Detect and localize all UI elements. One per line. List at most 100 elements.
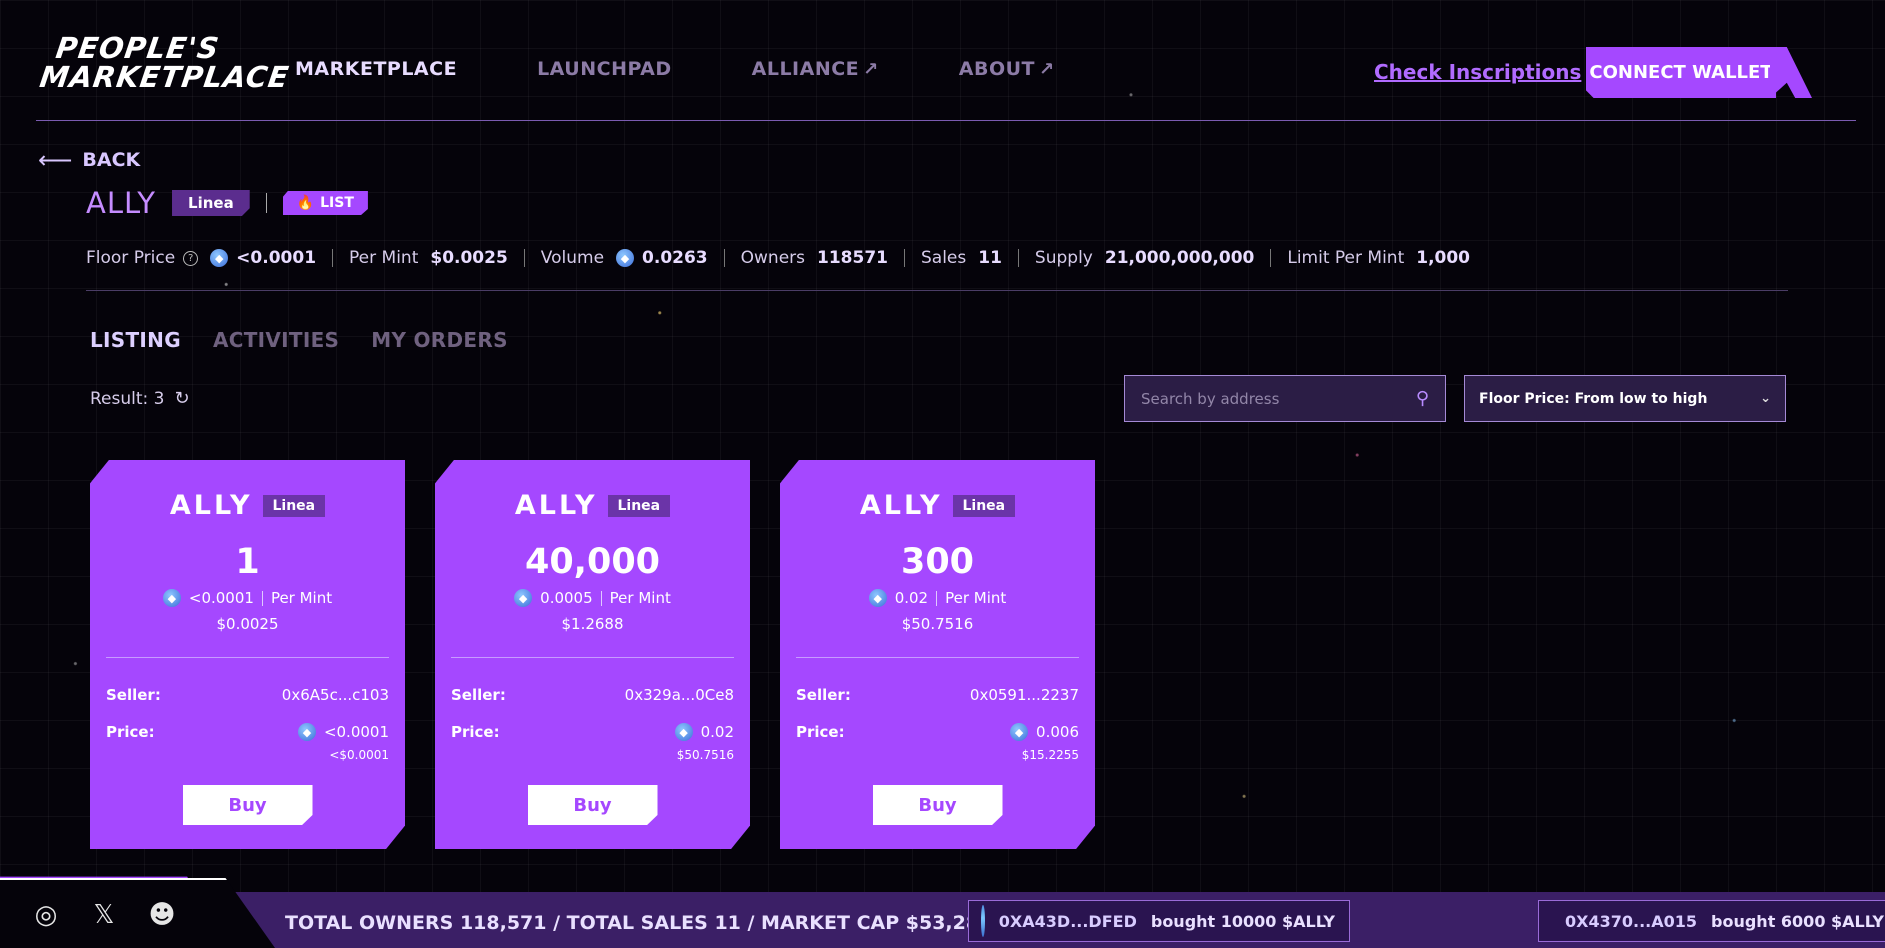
card-per-mint: ◆ 0.0005 Per Mint [435, 589, 750, 607]
seller-label: Seller: [796, 686, 851, 704]
price-value-wrap: ◆ 0.02 [674, 723, 734, 741]
activity-feed-item: 0X4370...A015 bought 6000 $ALLY [1538, 900, 1885, 942]
price-label: Price: [796, 723, 845, 741]
stat-limit-per-mint: Limit Per Mint 1,000 [1287, 248, 1470, 268]
search-icon[interactable]: ⚲ [1416, 388, 1429, 409]
per-label: Per Mint [270, 589, 333, 607]
divider [1017, 249, 1019, 267]
feed-address: 0XA43D...DFED [998, 911, 1137, 931]
stat-value: 1,000 [1416, 248, 1471, 268]
social-links: ◎ 𝕏 ☻ [30, 900, 178, 930]
divider [86, 290, 1788, 291]
tab-listing[interactable]: LISTING [90, 328, 181, 352]
stat-value: $0.0025 [430, 248, 508, 268]
card-per-mint: ◆ <0.0001 Per Mint [90, 589, 405, 607]
search-input[interactable] [1141, 389, 1416, 408]
buy-button[interactable]: Buy [182, 785, 313, 825]
connect-wallet-button[interactable]: CONNECT WALLET [1586, 47, 1776, 98]
card-usd: $50.7516 [901, 615, 974, 633]
chain-badge: Linea [607, 494, 671, 517]
stat-value: 118571 [817, 248, 888, 268]
stat-label: Owners [740, 248, 806, 268]
spiral-logo-icon[interactable]: ◎ [30, 900, 62, 930]
divider [600, 590, 602, 606]
back-button[interactable]: ⟵ BACK [38, 146, 140, 174]
sort-value: Floor Price: From low to high [1479, 390, 1708, 407]
per-label: Per Mint [609, 589, 671, 607]
eth-icon: ◆ [1010, 723, 1029, 741]
per-price: <0.0001 [188, 589, 254, 607]
feed-address: 0X4370...A015 [1565, 911, 1698, 931]
list-button[interactable]: 🔥 LIST [282, 191, 368, 215]
activity-feed-item: 0XA43D...DFED bought 10000 $ALLY [968, 900, 1350, 942]
stat-value: 0.0263 [642, 248, 708, 268]
avatar [981, 905, 985, 937]
stat-sales: Sales 11 [921, 248, 1002, 268]
result-label: Result: 3 [90, 388, 165, 409]
buy-button[interactable]: Buy [527, 785, 658, 825]
card-token-name: ALLY [169, 490, 253, 521]
price-value-wrap: ◆ 0.006 [1010, 723, 1079, 741]
stat-owners: Owners 118571 [741, 248, 888, 268]
feed-action: bought 10000 $ALLY [1150, 911, 1335, 931]
search-box: ⚲ [1124, 375, 1446, 422]
divider [451, 657, 734, 658]
price-usd: $15.2255 [1021, 748, 1079, 762]
main-nav: MARKETPLACE LAUNCHPAD ALLIANCE ↗ ABOUT ↗ [295, 58, 1135, 80]
stat-label: Sales [921, 248, 967, 268]
stat-label: Supply [1034, 248, 1093, 268]
price-label: Price: [106, 723, 155, 741]
price-value: <0.0001 [323, 723, 389, 741]
nav-label: ABOUT [958, 58, 1035, 80]
arrow-left-icon: ⟵ [38, 146, 73, 174]
divider [523, 249, 525, 267]
listing-card[interactable]: ALLY Linea 1 ◆ <0.0001 Per Mint $0.0025 … [90, 460, 405, 849]
discord-icon[interactable]: ☻ [146, 900, 178, 930]
listing-tabs: LISTING ACTIVITIES MY ORDERS [90, 328, 540, 352]
nav-launchpad[interactable]: LAUNCHPAD [537, 58, 672, 80]
stat-value: <0.0001 [236, 248, 317, 268]
site-logo[interactable]: PEOPLE'S MARKETPLACE [37, 31, 306, 94]
seller-row: Seller: 0x329a...0Ce8 [451, 686, 734, 704]
divider [904, 249, 905, 267]
tab-activities[interactable]: ACTIVITIES [213, 328, 339, 352]
result-count: Result: 3 ↻ [90, 388, 190, 409]
card-token-name: ALLY [859, 490, 943, 521]
nav-about[interactable]: ABOUT ↗ [959, 58, 1055, 80]
logo-line-2: MARKETPLACE [37, 60, 292, 94]
nav-label: ALLIANCE [751, 58, 860, 80]
stat-value: 21,000,000,000 [1104, 248, 1255, 268]
seller-row: Seller: 0x0591...2237 [796, 686, 1079, 704]
card-header: ALLY Linea [780, 490, 1095, 521]
buy-button[interactable]: Buy [872, 785, 1003, 825]
listing-card[interactable]: ALLY Linea 300 ◆ 0.02 Per Mint $50.7516 … [780, 460, 1095, 849]
card-usd: $1.2688 [561, 615, 624, 633]
logo-line-1: PEOPLE'S [53, 31, 222, 65]
card-amount: 1 [235, 542, 260, 582]
divider [936, 590, 938, 606]
nav-alliance[interactable]: ALLIANCE ↗ [752, 58, 879, 80]
tab-my-orders[interactable]: MY ORDERS [371, 328, 508, 352]
card-token-name: ALLY [514, 490, 598, 521]
external-link-icon: ↗ [863, 58, 879, 80]
eth-icon: ◆ [674, 723, 693, 741]
list-label: LIST [320, 195, 354, 211]
seller-label: Seller: [451, 686, 506, 704]
divider [106, 657, 389, 658]
eth-icon: ◆ [297, 723, 316, 741]
check-inscriptions-link[interactable]: Check Inscriptions [1374, 60, 1581, 84]
collection-stats: Floor Price ? ◆ <0.0001 Per Mint $0.0025… [86, 248, 1470, 268]
refresh-icon[interactable]: ↻ [174, 388, 189, 409]
price-value: 0.02 [700, 723, 734, 741]
chevron-down-icon: ⌄ [1760, 391, 1771, 406]
help-icon[interactable]: ? [183, 250, 199, 266]
sort-select[interactable]: Floor Price: From low to high ⌄ [1464, 375, 1786, 422]
market-ticker: TOTAL OWNERS 118,571 / TOTAL SALES 11 / … [285, 912, 993, 934]
external-link-icon: ↗ [1039, 58, 1055, 80]
x-twitter-icon[interactable]: 𝕏 [88, 900, 120, 930]
nav-marketplace[interactable]: MARKETPLACE [295, 58, 457, 80]
stat-volume: Volume ◆ 0.0263 [541, 248, 708, 268]
card-per-mint: ◆ 0.02 Per Mint [780, 589, 1095, 607]
per-price: 0.02 [894, 589, 929, 607]
listing-card[interactable]: ALLY Linea 40,000 ◆ 0.0005 Per Mint $1.2… [435, 460, 750, 849]
